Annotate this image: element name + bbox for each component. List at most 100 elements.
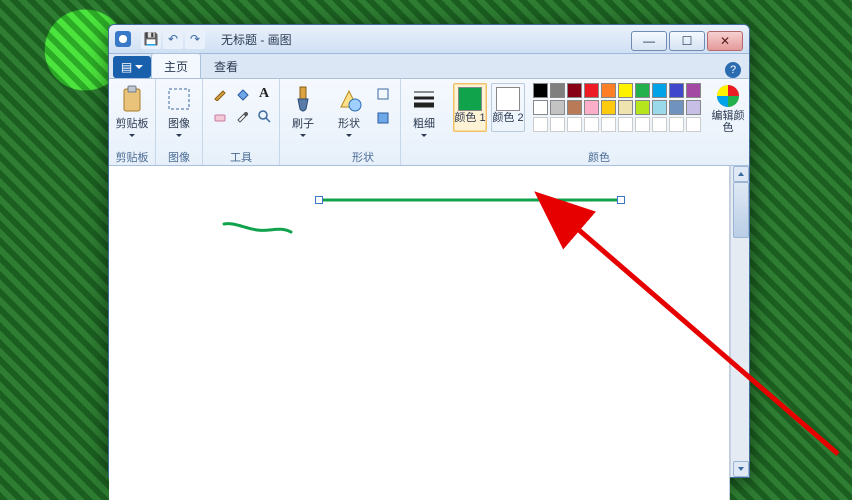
color1-button[interactable]: 颜色 1 [453, 83, 487, 132]
palette-swatch[interactable] [550, 100, 565, 115]
tool-magnifier[interactable] [253, 105, 275, 127]
edit-colors-label: 编辑颜色 [711, 111, 745, 134]
palette-swatch-empty[interactable] [533, 117, 548, 132]
palette-swatch[interactable] [584, 83, 599, 98]
group-size: 粗细 [401, 79, 447, 165]
brush-button[interactable]: 刷子 [286, 83, 320, 140]
window-title: 无标题 - 画图 [221, 31, 292, 48]
canvas-drawing [109, 166, 729, 500]
chevron-down-icon [346, 134, 352, 140]
palette-swatch[interactable] [618, 83, 633, 98]
shape-fill-button[interactable] [372, 107, 394, 129]
palette-swatch[interactable] [686, 83, 701, 98]
app-icon [115, 31, 131, 47]
clipboard-button[interactable]: 剪贴板 [115, 83, 149, 140]
shape-outline-button[interactable] [372, 83, 394, 105]
edit-colors-button[interactable]: 编辑颜色 [711, 83, 745, 134]
group-colors-label: 颜色 [588, 149, 610, 163]
palette-swatch[interactable] [652, 83, 667, 98]
palette-swatch[interactable] [601, 83, 616, 98]
palette-swatch[interactable] [567, 83, 582, 98]
color2-swatch [496, 87, 520, 111]
group-tools-label: 工具 [230, 149, 252, 163]
select-button[interactable]: 图像 [162, 83, 196, 140]
palette-swatch[interactable] [635, 100, 650, 115]
help-button[interactable]: ? [725, 62, 741, 78]
scroll-up-button[interactable] [733, 166, 749, 182]
select-icon [165, 85, 193, 113]
chevron-down-icon [129, 134, 135, 140]
tab-home[interactable]: 主页 [151, 53, 201, 78]
shape-handle-start[interactable] [315, 196, 323, 204]
palette-swatch-empty[interactable] [669, 117, 684, 132]
edit-colors-icon [715, 83, 741, 109]
palette-swatch[interactable] [669, 100, 684, 115]
qat-redo-button[interactable]: ↷ [185, 29, 205, 49]
work-area [109, 166, 749, 477]
qat-save-button[interactable]: 💾 [141, 29, 161, 49]
palette-swatch-empty[interactable] [550, 117, 565, 132]
spacer [301, 149, 304, 163]
group-image: 图像 图像 [156, 79, 203, 165]
palette-swatch-empty[interactable] [618, 117, 633, 132]
palette-swatch[interactable] [584, 100, 599, 115]
select-label: 图像 [168, 115, 190, 131]
desktop-wallpaper: 💾 ↶ ↷ 无标题 - 画图 — ☐ ✕ ▤ 主页 查看 ? [0, 0, 852, 500]
tool-text[interactable]: A [253, 83, 275, 105]
palette-swatch[interactable] [686, 100, 701, 115]
palette-swatch[interactable] [618, 100, 633, 115]
file-menu-button[interactable]: ▤ [113, 56, 151, 78]
palette-swatch-empty[interactable] [584, 117, 599, 132]
palette-swatch-empty[interactable] [635, 117, 650, 132]
palette-swatch[interactable] [601, 100, 616, 115]
canvas[interactable] [109, 166, 730, 500]
palette-swatch-empty[interactable] [567, 117, 582, 132]
vertical-scrollbar[interactable] [730, 166, 749, 477]
spacer2 [422, 149, 425, 163]
brush-icon [289, 85, 317, 113]
palette-swatch-empty[interactable] [686, 117, 701, 132]
palette-swatch[interactable] [635, 83, 650, 98]
palette-swatch-empty[interactable] [601, 117, 616, 132]
scroll-down-button[interactable] [733, 461, 749, 477]
shape-handle-end[interactable] [617, 196, 625, 204]
group-clipboard: 剪贴板 剪贴板 [109, 79, 156, 165]
file-menu-icon: ▤ [121, 60, 132, 74]
brush-label: 刷子 [292, 115, 314, 131]
palette-swatch[interactable] [533, 83, 548, 98]
group-brush: 刷子 [280, 79, 326, 165]
group-tools: A 工具 [203, 79, 280, 165]
palette-swatch[interactable] [550, 83, 565, 98]
tool-picker[interactable] [231, 105, 253, 127]
shapes-button[interactable]: 形状 [332, 83, 366, 140]
titlebar[interactable]: 💾 ↶ ↷ 无标题 - 画图 — ☐ ✕ [109, 25, 749, 54]
qat-undo-button[interactable]: ↶ [163, 29, 183, 49]
palette-swatch-empty[interactable] [652, 117, 667, 132]
palette-swatch[interactable] [652, 100, 667, 115]
minimize-button[interactable]: — [631, 31, 667, 51]
chevron-down-icon [176, 134, 182, 140]
palette-swatch[interactable] [533, 100, 548, 115]
palette-swatch[interactable] [669, 83, 684, 98]
size-icon [410, 85, 438, 113]
tool-fill[interactable] [231, 83, 253, 105]
color-palette [533, 83, 701, 132]
color2-label: 颜色 2 [492, 113, 523, 125]
tab-view[interactable]: 查看 [201, 53, 251, 78]
close-button[interactable]: ✕ [707, 31, 743, 51]
color1-label: 颜色 1 [454, 113, 485, 125]
scroll-thumb[interactable] [733, 182, 749, 238]
size-label: 粗细 [413, 115, 435, 131]
tool-eraser[interactable] [209, 105, 231, 127]
tool-pencil[interactable] [209, 83, 231, 105]
quick-access-toolbar: 💾 ↶ ↷ [141, 29, 205, 49]
palette-swatch[interactable] [567, 100, 582, 115]
shapes-icon [335, 85, 363, 113]
paint-window: 💾 ↶ ↷ 无标题 - 画图 — ☐ ✕ ▤ 主页 查看 ? [108, 24, 750, 478]
tab-strip: ▤ 主页 查看 ? [109, 54, 749, 79]
group-shapes: 形状 形状 [326, 79, 401, 165]
maximize-button[interactable]: ☐ [669, 31, 705, 51]
color2-button[interactable]: 颜色 2 [491, 83, 525, 132]
size-button[interactable]: 粗细 [407, 83, 441, 140]
shapes-label: 形状 [338, 115, 360, 131]
